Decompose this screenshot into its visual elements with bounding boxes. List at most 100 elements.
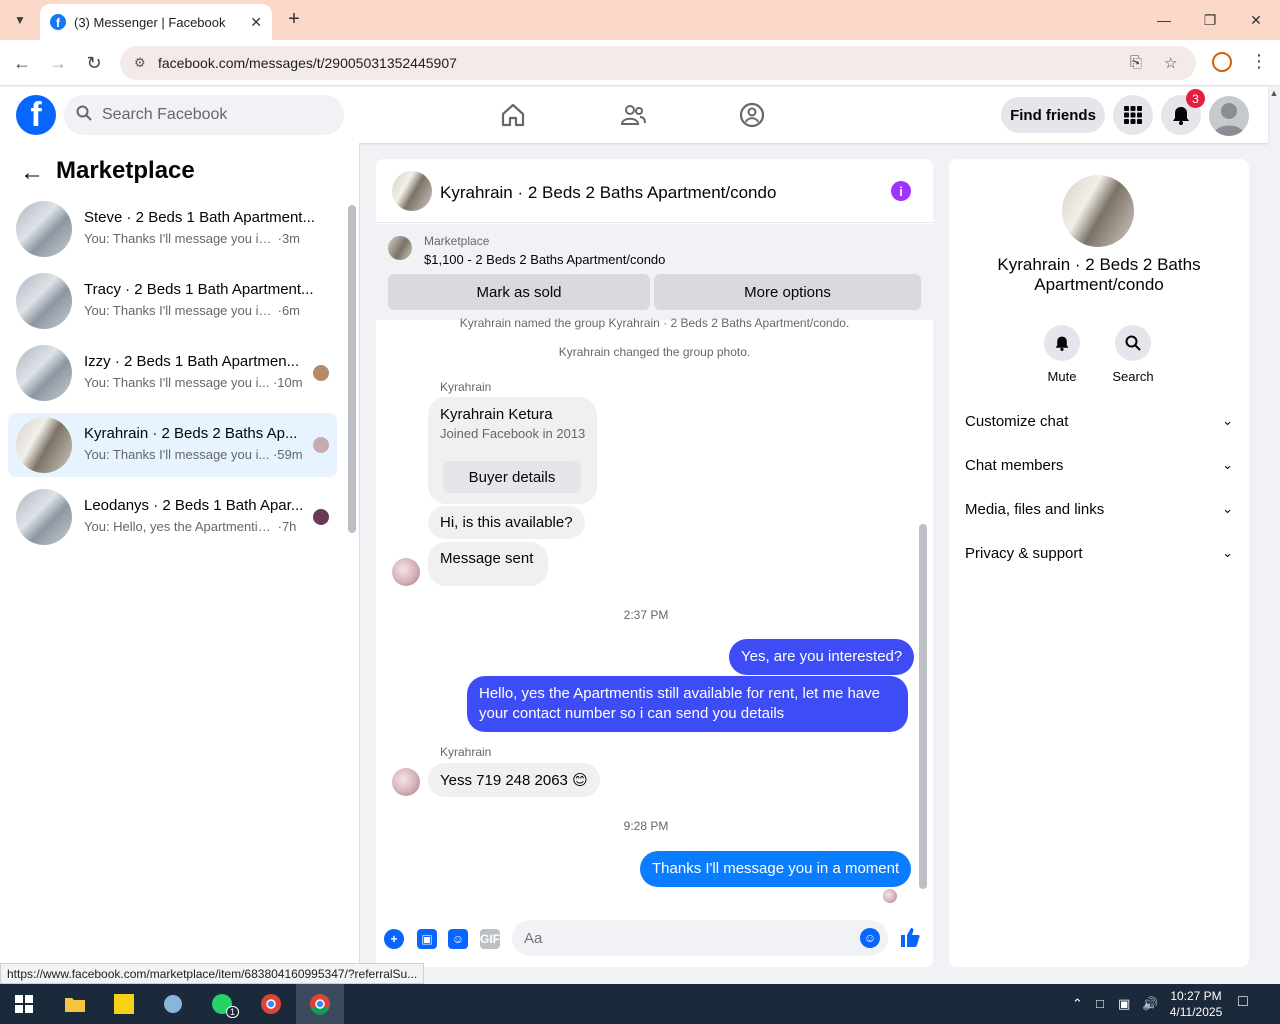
attach-photo-icon[interactable]: ▣ [417,929,437,949]
new-tab-icon[interactable]: + [282,8,306,32]
network-icon[interactable]: ▣ [1118,996,1130,1012]
sender-name: Kyrahrain [440,745,492,759]
gif-icon[interactable]: GIF [480,929,500,949]
chevron-down-icon: ⌄ [1222,545,1233,560]
friends-icon[interactable] [619,101,647,129]
search-icon [76,105,96,126]
outgoing-message: Hello, yes the Apartmentis still availab… [467,676,908,732]
search-facebook-input[interactable]: Search Facebook [64,95,344,135]
customize-chat-row[interactable]: Customize chat ⌄ [965,399,1233,443]
sidebar-scrollbar[interactable] [348,205,356,533]
info-icon[interactable]: i [891,181,911,201]
chat-title[interactable]: Kyrahrain · 2 Beds 2 Baths Apartment/con… [440,183,776,203]
more-actions-plus-icon[interactable]: + [384,929,404,949]
emoji-icon[interactable]: ☺ [860,928,880,948]
marketplace-label: Marketplace [424,234,490,248]
chrome-profile-icon[interactable] [255,988,287,1020]
reload-icon[interactable]: ↻ [82,51,106,75]
bookmark-star-icon[interactable]: ☆ [1164,54,1177,72]
chrome-icon[interactable] [304,988,336,1020]
group-photo[interactable] [1062,175,1134,247]
media-files-links-row[interactable]: Media, files and links ⌄ [965,487,1233,531]
install-app-icon[interactable]: ⎘ [1130,54,1142,71]
snipping-tool-icon[interactable] [157,988,189,1020]
account-avatar[interactable] [1209,96,1249,136]
browser-menu-icon[interactable]: ⋮ [1250,51,1268,72]
conversation-item[interactable]: Leodanys · 2 Beds 1 Bath Apar... You: He… [8,485,337,549]
timestamp: 9:28 PM [623,819,669,833]
chat-window: Kyrahrain · 2 Beds 2 Baths Apartment/con… [376,159,933,967]
mark-as-sold-button[interactable]: Mark as sold [388,274,650,310]
window-close-icon[interactable]: ✕ [1240,8,1272,32]
system-message: Kyrahrain changed the group photo. [558,345,751,359]
row-label: Privacy & support [965,544,1083,562]
sender-avatar [392,768,420,796]
group-name: Kyrahrain · 2 Beds 2 Baths Apartment/con… [997,255,1201,294]
restore-icon[interactable]: ❐ [1194,8,1226,32]
chevron-down-icon: ⌄ [1222,413,1233,428]
browser-profile-icon[interactable] [1212,52,1232,72]
page-scroll-up-icon[interactable]: ▲ [1268,88,1280,102]
minimize-icon[interactable]: — [1148,8,1180,32]
conversation-preview: You: Thanks I'll message you i... ·59m [84,447,303,462]
buyer-details-button[interactable]: Buyer details [443,461,581,493]
browser-tab[interactable]: f (3) Messenger | Facebook ✕ [40,4,272,40]
tab-title: (3) Messenger | Facebook [74,14,226,30]
chat-members-row[interactable]: Chat members ⌄ [965,443,1233,487]
conversation-item[interactable]: Izzy · 2 Beds 1 Bath Apartmen... You: Th… [8,341,337,405]
tray-chevron-icon[interactable]: ⌃ [1072,996,1083,1012]
row-label: Customize chat [965,412,1069,430]
volume-icon[interactable]: 🔊 [1142,996,1158,1012]
conversation-item[interactable]: Steve · 2 Beds 1 Bath Apartment... You: … [8,197,337,261]
facebook-logo-icon[interactable]: f [16,95,56,135]
listing-price[interactable]: $1,100 - 2 Beds 2 Baths Apartment/condo [424,252,665,267]
forward-icon[interactable]: → [46,51,70,75]
mute-button[interactable]: Mute [1032,325,1092,384]
address-bar[interactable]: ⚙ facebook.com/messages/t/29005031352445… [120,46,1196,80]
outgoing-message: Thanks I'll message you in a moment [640,851,912,887]
conversation-name: Steve · 2 Beds 1 Bath Apartment... [84,209,315,226]
back-icon[interactable]: ← [10,51,34,75]
conversation-name: Kyrahrain · 2 Beds 2 Baths Ap... [84,425,298,442]
address-url: facebook.com/messages/t/2900503135244590… [158,55,457,71]
chevron-down-icon: ⌄ [1222,457,1233,472]
whatsapp-icon[interactable]: 1 [206,988,240,1020]
file-explorer-icon[interactable] [59,988,91,1020]
back-arrow-icon[interactable]: ← [20,159,44,187]
search-label: Search [1112,369,1154,384]
conversation-name: Izzy · 2 Beds 1 Bath Apartmen... [84,353,300,370]
conversation-item[interactable]: Tracy · 2 Beds 1 Bath Apartment... You: … [8,269,337,333]
search-icon [1115,325,1151,361]
chat-info-panel: Kyrahrain · 2 Beds 2 Baths Apartment/con… [949,159,1249,967]
find-friends-button[interactable]: Find friends [1001,97,1105,133]
taskbar-clock[interactable]: 10:27 PM 4/11/2025 [1166,988,1226,1020]
home-icon[interactable] [499,101,527,129]
groups-icon[interactable] [738,101,766,129]
sticker-icon[interactable]: ☺ [448,929,468,949]
search-conversation-button[interactable]: Search [1103,325,1163,384]
conversation-preview: You: Thanks I'll message you in a ... ·3… [84,231,301,246]
facebook-header: f Search Facebook Find friends [0,87,1268,143]
timestamp: 2:37 PM [623,608,669,622]
tab-close-icon[interactable]: ✕ [250,14,262,31]
windows-start-icon[interactable] [8,988,40,1020]
site-info-icon[interactable]: ⚙ [134,55,150,71]
tray-device-icon[interactable]: □ [1096,996,1104,1011]
listing-thumbnail [16,201,72,257]
sidebar-title: Marketplace [56,157,195,184]
message-input[interactable] [512,920,888,956]
chat-scrollbar[interactable] [919,524,927,889]
conversation-preview: You: Thanks I'll message you i... ·10m [84,375,303,390]
menu-grid-icon[interactable] [1113,95,1153,135]
tab-search-chevron-icon[interactable]: ▼ [8,8,32,32]
search-placeholder: Search Facebook [102,106,228,123]
read-receipt-avatar [313,509,329,525]
facebook-favicon-icon: f [50,14,66,30]
more-options-button[interactable]: More options [654,274,921,310]
notification-center-icon[interactable]: □ [1238,993,1248,1011]
conversation-item-active[interactable]: Kyrahrain · 2 Beds 2 Baths Ap... You: Th… [8,413,337,477]
thumbs-up-icon[interactable] [899,926,921,954]
sticky-notes-icon[interactable] [108,988,140,1020]
privacy-support-row[interactable]: Privacy & support ⌄ [965,531,1233,575]
chat-thumbnail[interactable] [392,171,432,211]
